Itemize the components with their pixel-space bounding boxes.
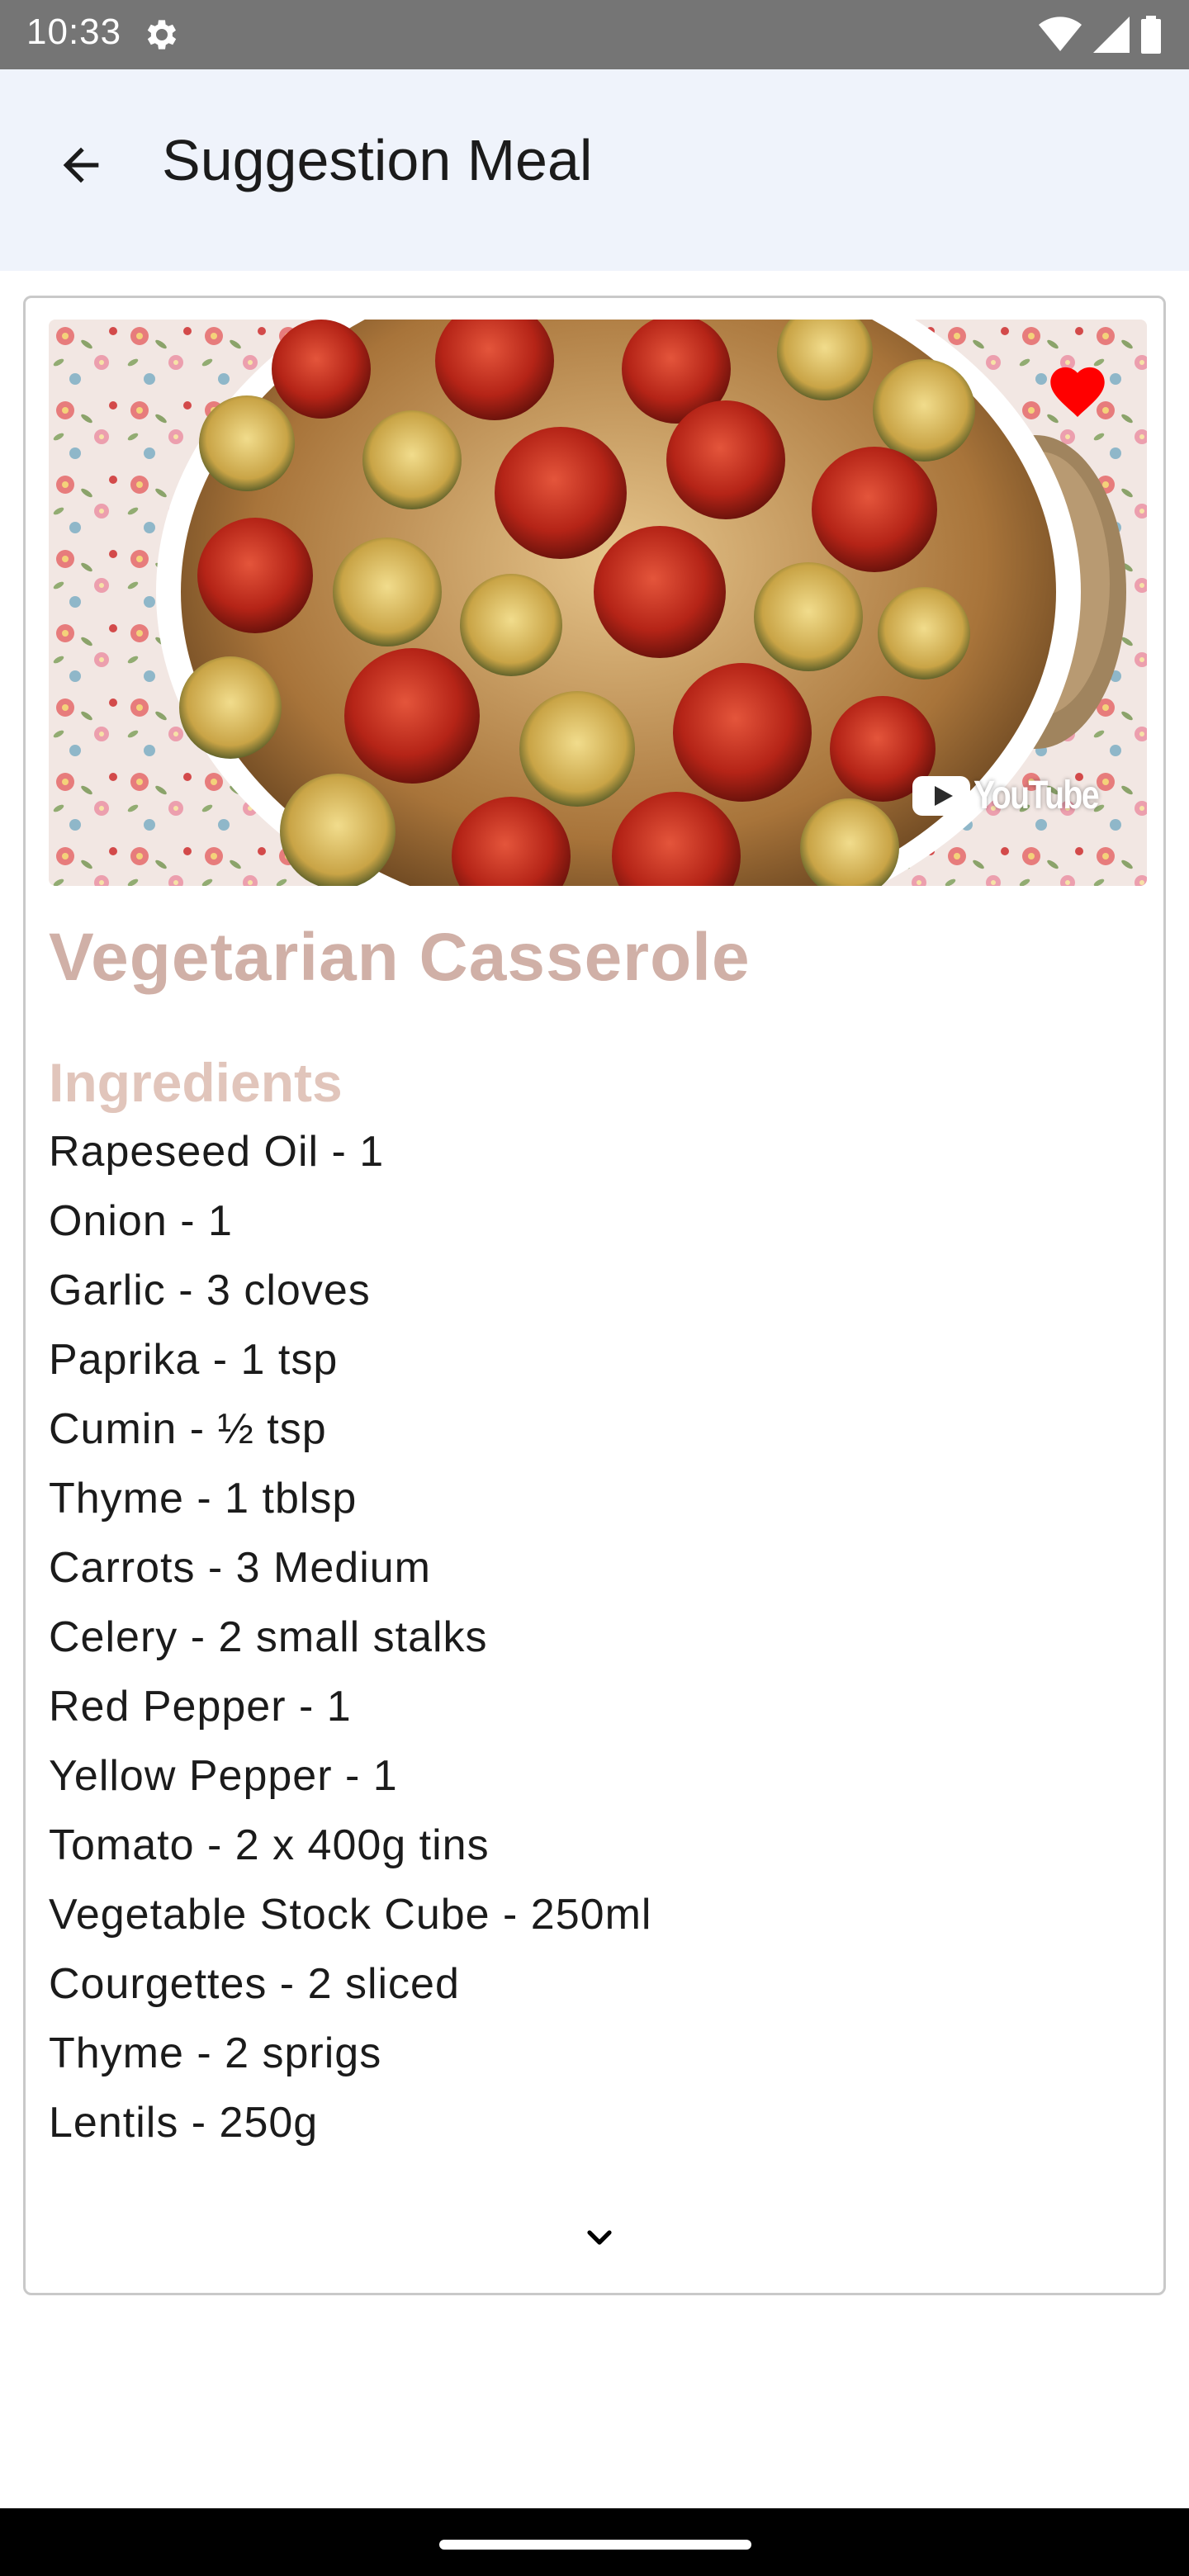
- ingredient-item: Red Pepper - 1: [49, 1683, 352, 1731]
- ingredients-list: Rapeseed Oil - 1 Onion - 1 Garlic - 3 cl…: [49, 1117, 651, 2157]
- ingredient-item: Onion - 1: [49, 1197, 233, 1245]
- ingredient-item: Lentils - 250g: [49, 2099, 319, 2147]
- ingredient-item: Thyme - 1 tblsp: [49, 1475, 358, 1522]
- ingredient-item: Celery - 2 small stalks: [49, 1613, 488, 1661]
- home-gesture-handle[interactable]: [439, 2540, 751, 2550]
- ingredient-item: Yellow Pepper - 1: [49, 1752, 398, 1800]
- back-button[interactable]: [40, 124, 122, 206]
- ingredients-heading: Ingredients: [49, 1052, 343, 1113]
- meal-name: Vegetarian Casserole: [49, 920, 751, 995]
- expand-button[interactable]: [571, 2209, 628, 2266]
- ingredient-item: Tomato - 2 x 400g tins: [49, 1821, 490, 1869]
- heart-icon[interactable]: [1045, 359, 1111, 419]
- system-nav-bar: [0, 2508, 1189, 2576]
- youtube-play-icon: [912, 775, 970, 816]
- ingredient-item: Garlic - 3 cloves: [49, 1267, 371, 1314]
- status-icons: [1039, 15, 1161, 54]
- chevron-down-icon: [587, 2230, 612, 2245]
- wifi-icon: [1039, 17, 1082, 51]
- battery-icon: [1141, 16, 1161, 54]
- status-bar: 10:33: [0, 0, 1189, 69]
- ingredient-item: Thyme - 2 sprigs: [49, 2029, 382, 2077]
- page-title: Suggestion Meal: [162, 128, 593, 192]
- ingredient-item: Carrots - 3 Medium: [49, 1544, 431, 1592]
- youtube-badge: YouTube: [912, 773, 1125, 818]
- arrow-back-icon: [63, 147, 99, 183]
- ingredient-item: Courgettes - 2 sliced: [49, 1960, 460, 2008]
- ingredient-item: Rapeseed Oil - 1: [49, 1128, 385, 1176]
- ingredient-item: Paprika - 1 tsp: [49, 1336, 339, 1384]
- meal-video-thumbnail[interactable]: YouTube: [49, 320, 1147, 886]
- gear-icon: [147, 20, 177, 50]
- status-time: 10:33: [26, 12, 122, 52]
- ingredient-item: Vegetable Stock Cube - 250ml: [49, 1891, 652, 1939]
- signal-icon: [1093, 17, 1130, 53]
- meal-card: YouTube Vegetarian Casserole Ingredients…: [23, 296, 1166, 2295]
- youtube-label: YouTube: [973, 774, 1100, 817]
- ingredient-item: Cumin - ½ tsp: [49, 1405, 327, 1453]
